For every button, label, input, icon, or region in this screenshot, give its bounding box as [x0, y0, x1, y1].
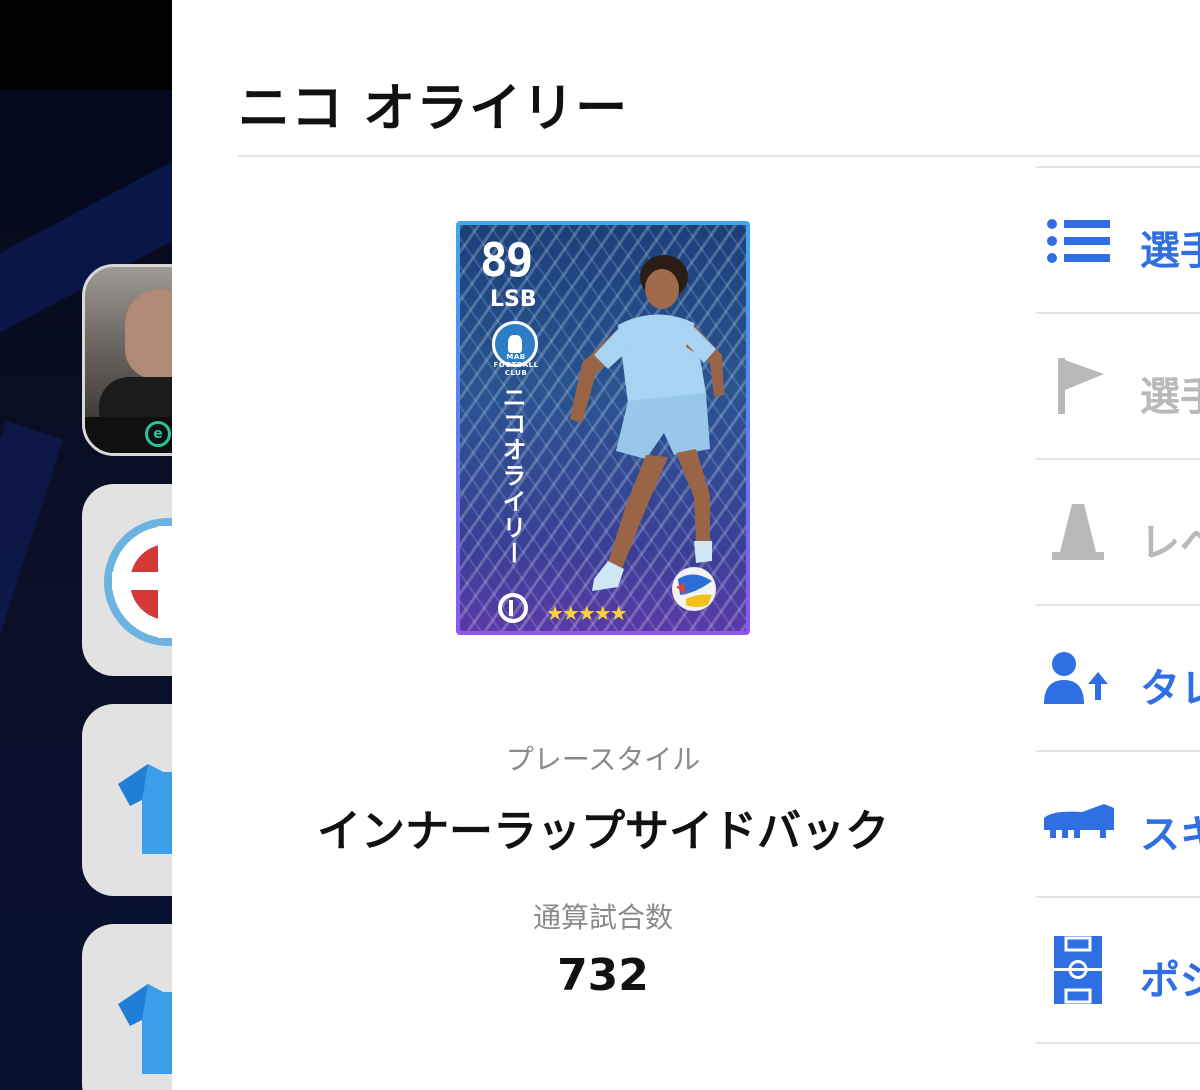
person-up-icon: [1044, 652, 1108, 704]
menu-item-position[interactable]: ポジ: [1036, 896, 1200, 1042]
manager-tile[interactable]: e: [82, 264, 172, 456]
shirt-icon: [118, 984, 172, 1074]
player-name-title: ニコ オライリー: [238, 79, 629, 139]
player-detail-panel: ニコ オライリー 89 LSB MAB FOOTBALL CLUB ニコオライリ…: [172, 0, 1200, 1090]
melbourne-city-crest-icon: [104, 518, 172, 646]
title-divider: [238, 155, 1200, 157]
playstyle-label: プレースタイル: [505, 743, 701, 776]
background-app: e: [0, 0, 172, 1090]
background-decoration: [0, 421, 64, 839]
menu-item-level-training[interactable]: レベ: [1036, 458, 1200, 604]
club-emblem-tile[interactable]: [82, 484, 172, 676]
flag-icon: [1058, 358, 1104, 414]
player-image: [570, 255, 724, 611]
menu-item-label: タレ: [1140, 666, 1200, 712]
list-icon: [1047, 219, 1110, 263]
player-card-art: 89 LSB MAB FOOTBALL CLUB ニコオライリー ★★★★★: [460, 225, 746, 631]
menu-item-skills[interactable]: スキ: [1036, 750, 1200, 896]
cone-icon: [1052, 504, 1104, 560]
card-vertical-name: ニコオライリー: [498, 385, 526, 567]
efootball-logo-icon: [498, 593, 528, 623]
menu-item-player-flag[interactable]: 選手: [1036, 312, 1200, 458]
menu-item-label: レベ: [1140, 520, 1200, 566]
efootball-coin-icon: e: [145, 421, 171, 447]
menu-item-label: スキ: [1140, 812, 1200, 858]
matches-label: 通算試合数: [532, 901, 673, 934]
manager-photo: [125, 289, 172, 379]
pitch-icon: [1054, 936, 1102, 1004]
club-emblem-text: MAB FOOTBALL CLUB: [493, 353, 539, 377]
card-rating: 89: [480, 233, 533, 287]
menu-divider: [1036, 1042, 1200, 1044]
menu-item-label: 選手: [1140, 374, 1200, 420]
boot-icon: [1044, 804, 1114, 838]
playstyle-value: インナーラップサイドバック: [317, 806, 889, 857]
menu-item-label: 選手: [1140, 228, 1200, 274]
card-position: LSB: [490, 287, 537, 312]
background-band: [0, 0, 172, 90]
player-card[interactable]: 89 LSB MAB FOOTBALL CLUB ニコオライリー ★★★★★: [456, 221, 750, 635]
menu-item-talent[interactable]: タレ: [1036, 604, 1200, 750]
crest-stripe: [112, 572, 172, 590]
matches-value: 732: [557, 950, 649, 1001]
card-stars: ★★★★★: [546, 601, 628, 625]
menu-item-label: ポジ: [1140, 958, 1200, 1004]
home-kit-tile[interactable]: [82, 704, 172, 896]
away-kit-tile[interactable]: [82, 924, 172, 1090]
shirt-icon: [118, 764, 172, 854]
menu-item-player-details[interactable]: 選手: [1036, 166, 1200, 312]
